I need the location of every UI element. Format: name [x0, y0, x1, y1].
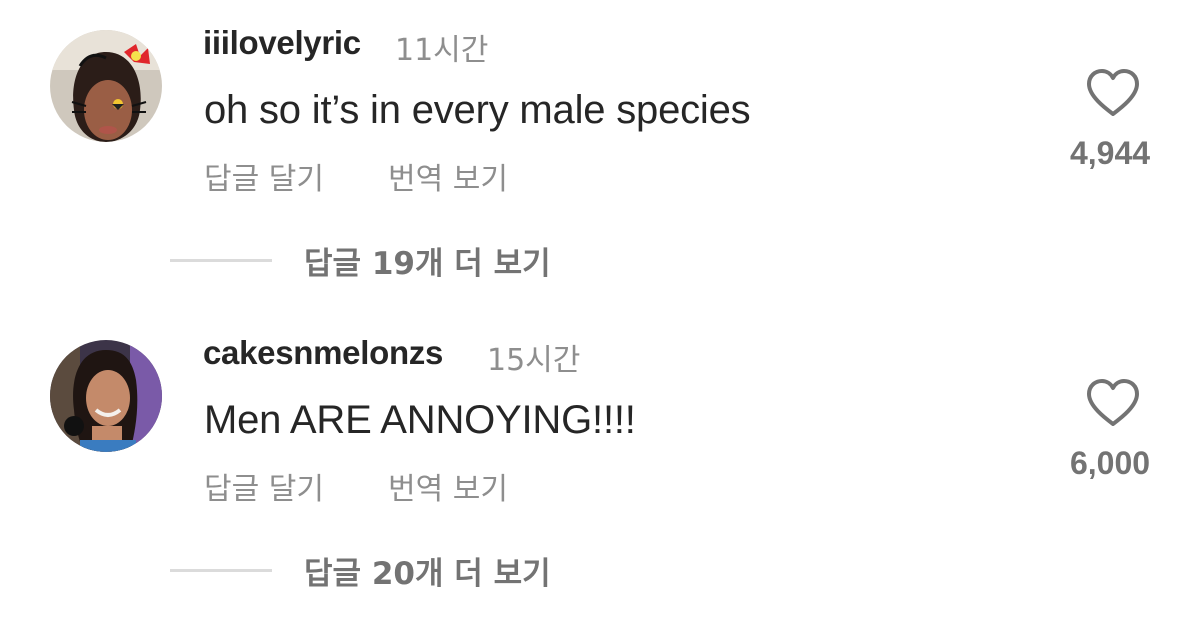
comment-timestamp: 11시간 [395, 33, 489, 68]
see-translation-button[interactable]: 번역 보기 [388, 154, 508, 198]
comment-item: cakesnmelonzs 15시간 Men ARE ANNOYING!!!! … [0, 310, 1200, 620]
avatar[interactable] [50, 340, 162, 452]
view-more-replies-label: 답글 20개 더 보기 [304, 555, 551, 592]
replies-divider-line [170, 258, 272, 262]
replies-divider-line [170, 568, 272, 572]
reply-button[interactable]: 답글 달기 [204, 154, 324, 198]
comment-username[interactable]: iiilovelyric [203, 24, 361, 62]
comment-username[interactable]: cakesnmelonzs [203, 334, 443, 372]
comment-text: Men ARE ANNOYING!!!! [204, 398, 636, 442]
view-more-replies-button[interactable]: 답글 20개 더 보기 [170, 548, 551, 592]
heart-outline-icon[interactable] [1085, 378, 1141, 428]
comment-timestamp: 15시간 [487, 343, 581, 378]
comment-text: oh so it’s in every male species [204, 88, 751, 132]
view-more-replies-label: 답글 19개 더 보기 [304, 245, 551, 282]
see-translation-button[interactable]: 번역 보기 [388, 464, 508, 508]
avatar[interactable] [50, 30, 162, 142]
heart-outline-icon[interactable] [1085, 68, 1141, 118]
like-count: 6,000 [1069, 445, 1151, 481]
comment-item: iiilovelyric 11시간 oh so it’s in every ma… [0, 0, 1200, 310]
view-more-replies-button[interactable]: 답글 19개 더 보기 [170, 238, 551, 282]
like-count: 4,944 [1069, 135, 1151, 171]
reply-button[interactable]: 답글 달기 [204, 464, 324, 508]
